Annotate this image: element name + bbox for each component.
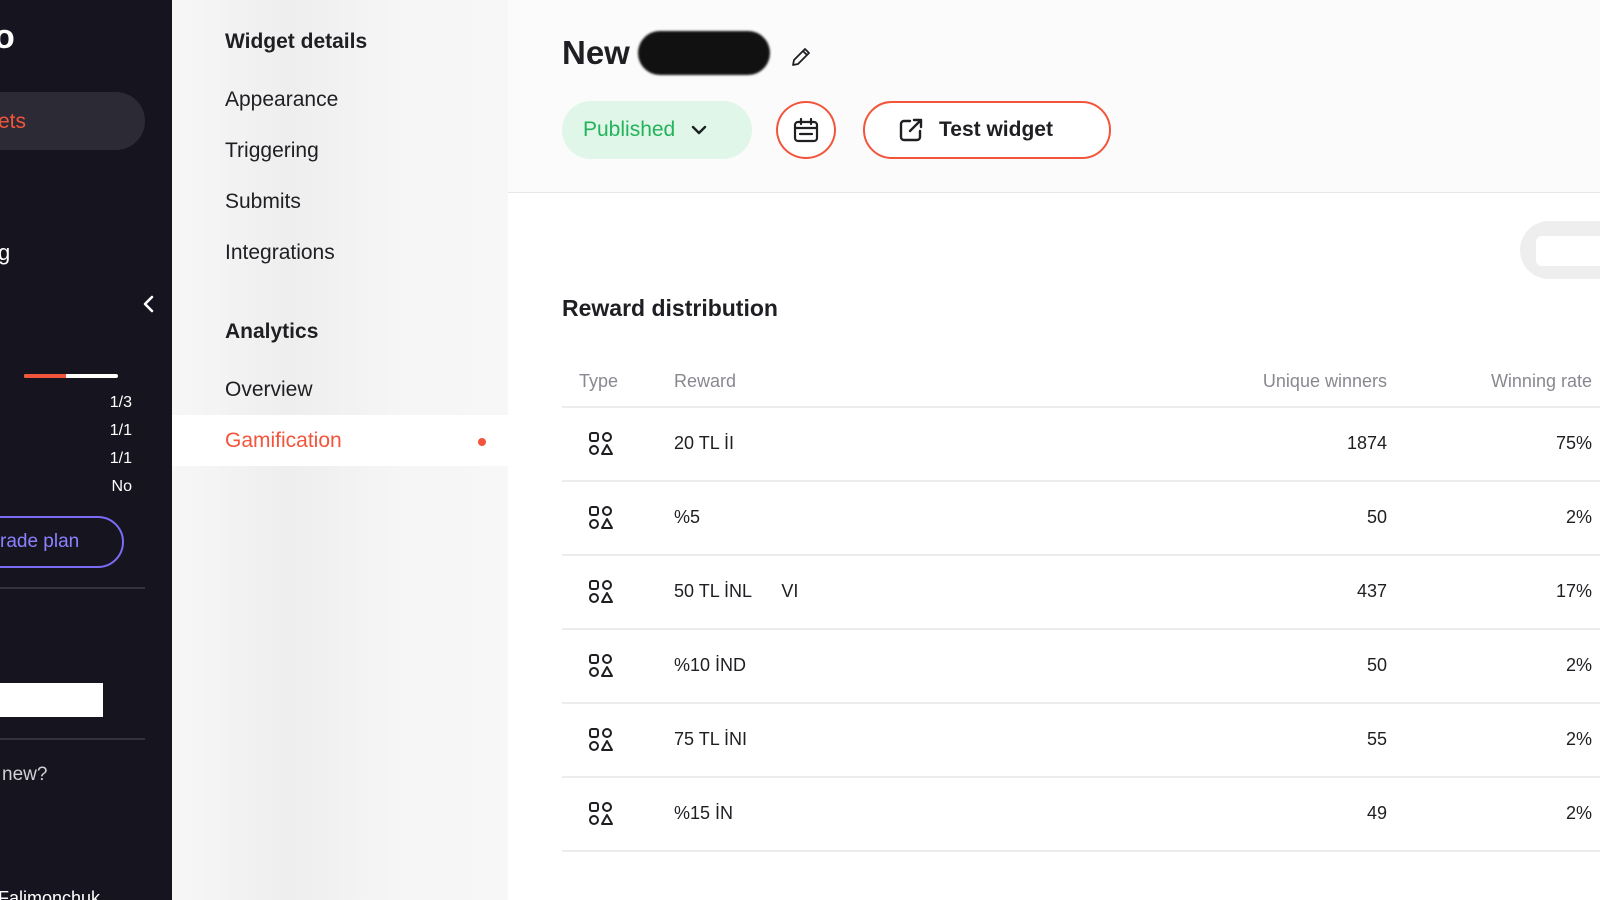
widget-subnav: Widget details Appearance Triggering Sub… bbox=[172, 0, 508, 900]
main-content: New Published Test widget Reward distrib… bbox=[508, 0, 1600, 900]
upgrade-plan-button[interactable]: rade plan bbox=[0, 516, 124, 568]
table-row: %5 50 2% bbox=[562, 482, 1600, 556]
subnav-item-overview[interactable]: Overview bbox=[225, 378, 313, 402]
column-header-reward: Reward bbox=[674, 371, 737, 391]
winning-rate-value: 17% bbox=[1555, 581, 1592, 601]
winning-rate-value: 75% bbox=[1555, 433, 1592, 453]
unique-winners-value: 50 bbox=[1366, 655, 1387, 675]
usage-progress-fill bbox=[24, 374, 67, 378]
column-header-winning-rate: Winning rate bbox=[1490, 371, 1592, 391]
table-row: 50 TL İNL VI 437 17% bbox=[562, 556, 1600, 630]
status-label: Published bbox=[583, 118, 676, 141]
shapes-icon bbox=[588, 653, 614, 679]
unique-winners-value: 437 bbox=[1356, 581, 1387, 601]
unique-winners-value: 50 bbox=[1366, 507, 1387, 527]
edit-title-button[interactable] bbox=[788, 44, 814, 70]
pencil-icon bbox=[792, 48, 810, 66]
schedule-button[interactable] bbox=[776, 101, 836, 159]
widget-title: New bbox=[562, 34, 630, 71]
usage-value: No bbox=[111, 478, 132, 495]
shapes-icon bbox=[588, 579, 614, 605]
reward-name: 20 TL İI bbox=[674, 433, 735, 453]
divider bbox=[0, 587, 145, 589]
winning-rate-value: 2% bbox=[1565, 507, 1592, 527]
table-row: 75 TL İNI 55 2% bbox=[562, 704, 1600, 778]
reward-name: %5 bbox=[674, 507, 701, 527]
shapes-icon bbox=[588, 727, 614, 753]
chevron-left-icon bbox=[143, 295, 154, 313]
period-selector-option[interactable] bbox=[1536, 236, 1600, 266]
reward-name: 50 TL İNL VI bbox=[674, 581, 799, 601]
active-indicator-dot bbox=[478, 438, 486, 446]
widget-header: New Published Test widget bbox=[508, 0, 1600, 193]
status-dropdown[interactable]: Published bbox=[562, 101, 752, 159]
column-header-unique-winners: Unique winners bbox=[1262, 371, 1387, 391]
reward-name: %10 İND bbox=[674, 655, 747, 675]
unique-winners-value: 49 bbox=[1366, 803, 1387, 823]
collapse-sidebar-button[interactable] bbox=[138, 292, 160, 316]
table-row: 20 TL İI 1874 75% bbox=[562, 408, 1600, 482]
reward-name: 75 TL İNI bbox=[674, 729, 748, 749]
usage-value: 1/1 bbox=[109, 422, 132, 439]
sidebar-item-label[interactable]: g bbox=[0, 240, 10, 266]
external-link-icon bbox=[899, 118, 923, 142]
logo: o bbox=[0, 18, 15, 56]
subnav-item-integrations[interactable]: Integrations bbox=[225, 241, 335, 265]
subnav-item-triggering[interactable]: Triggering bbox=[225, 139, 319, 163]
reward-name: %15 İN bbox=[674, 803, 734, 823]
column-header-type: Type bbox=[579, 371, 619, 391]
usage-progress-bar bbox=[24, 374, 118, 378]
shapes-icon bbox=[588, 801, 614, 827]
shapes-icon bbox=[588, 431, 614, 457]
winning-rate-value: 2% bbox=[1565, 803, 1592, 823]
test-widget-label: Test widget bbox=[939, 118, 1053, 141]
calendar-icon bbox=[793, 117, 819, 143]
sidebar-input-box[interactable] bbox=[0, 683, 103, 717]
winning-rate-value: 2% bbox=[1565, 655, 1592, 675]
whats-new-link[interactable]: new? bbox=[2, 764, 47, 786]
table-header: Type Reward Unique winners Winning rate bbox=[562, 355, 1600, 408]
winning-rate-value: 2% bbox=[1565, 729, 1592, 749]
analytics-heading: Analytics bbox=[225, 320, 319, 343]
reward-distribution-title: Reward distribution bbox=[562, 295, 778, 321]
subnav-item-gamification[interactable]: Gamification bbox=[225, 429, 342, 453]
unique-winners-value: 55 bbox=[1366, 729, 1387, 749]
shapes-icon bbox=[588, 505, 614, 531]
app-sidebar: o ets g 1/3 1/1 1/1 No rade plan new? Fa… bbox=[0, 0, 172, 900]
usage-value: 1/1 bbox=[109, 450, 132, 467]
divider bbox=[0, 738, 145, 740]
reward-table: Type Reward Unique winners Winning rate … bbox=[562, 355, 1600, 852]
test-widget-button[interactable]: Test widget bbox=[863, 101, 1111, 159]
sidebar-item-widgets-label[interactable]: ets bbox=[0, 110, 26, 134]
unique-winners-value: 1874 bbox=[1346, 433, 1387, 453]
table-row: %10 İND 50 2% bbox=[562, 630, 1600, 704]
table-row: %15 İN 49 2% bbox=[562, 778, 1600, 852]
user-name[interactable]: Falimonchuk bbox=[0, 888, 100, 900]
subnav-item-submits[interactable]: Submits bbox=[225, 190, 301, 214]
redacted-title bbox=[638, 31, 770, 75]
subnav-item-appearance[interactable]: Appearance bbox=[225, 88, 338, 112]
widget-details-heading: Widget details bbox=[225, 30, 368, 53]
usage-value: 1/3 bbox=[109, 394, 132, 411]
chevron-down-icon bbox=[692, 125, 707, 135]
